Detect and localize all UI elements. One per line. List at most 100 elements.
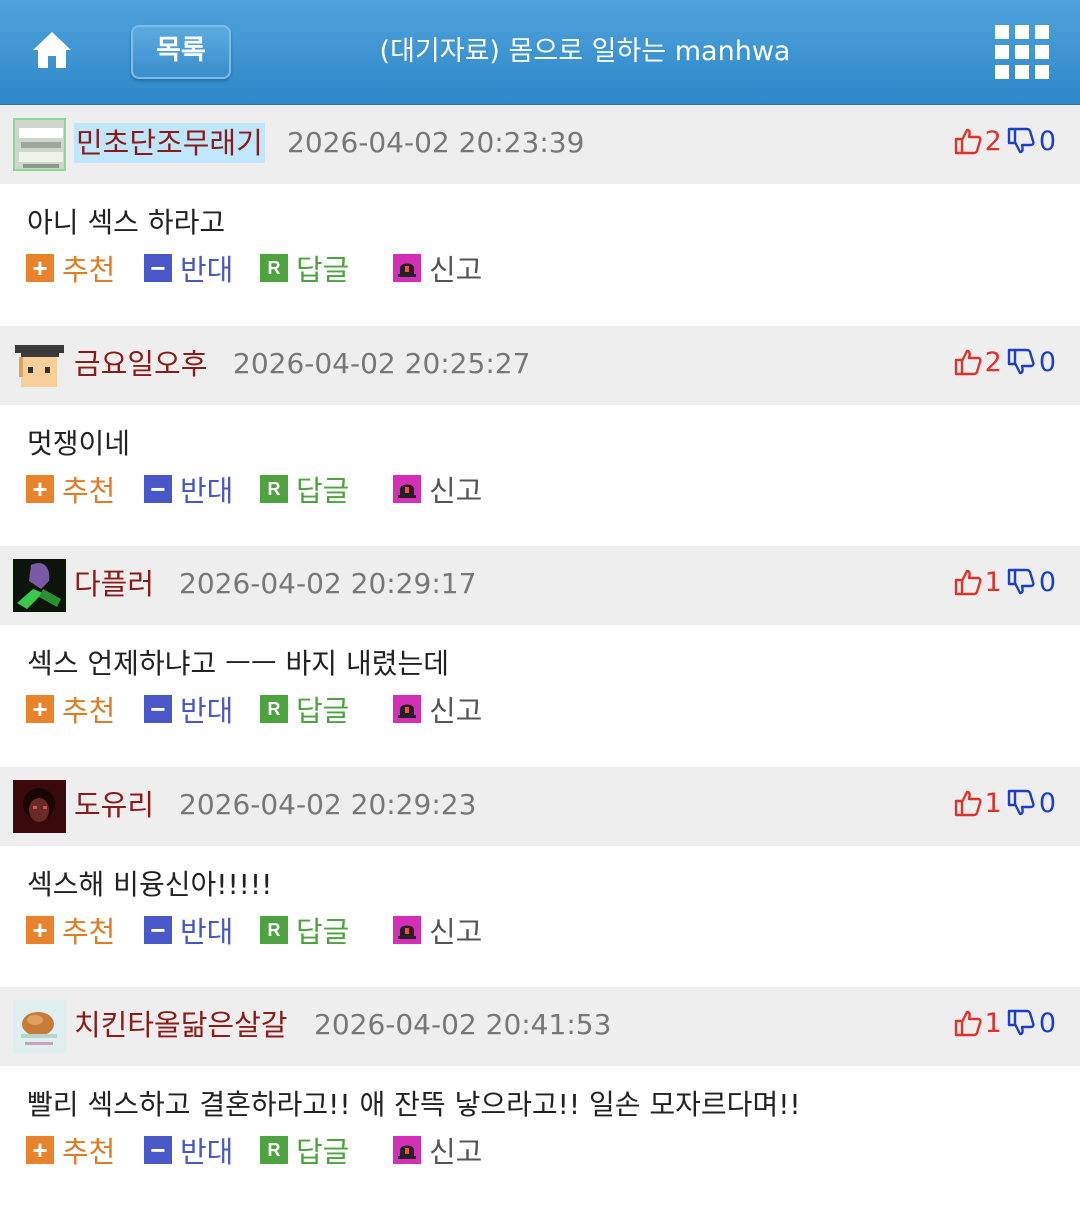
vote-counts: 1 0 [953,562,1056,602]
report-button[interactable]: 신고 [393,1130,482,1170]
minus-icon: − [144,915,172,945]
report-button[interactable]: 신고 [393,910,482,950]
recommend-label: 추천 [62,915,116,949]
grid-menu-icon[interactable] [995,25,1049,79]
reply-label: 답글 [296,915,350,949]
comment-date: 2026-04-02 20:29:23 [179,788,477,821]
thumbs-up-icon [954,1010,982,1037]
plus-icon: + [26,694,54,724]
thumbs-up-icon [954,569,982,596]
avatar[interactable] [13,780,66,833]
thumbs-down-icon [1007,348,1035,375]
home-icon[interactable] [30,28,74,72]
reply-button[interactable]: R 답글 [260,248,349,288]
plus-icon: + [26,915,54,945]
reply-icon: R [260,475,288,503]
recommend-label: 추천 [62,694,116,728]
oppose-label: 반대 [180,474,234,508]
reply-icon: R [260,1136,288,1164]
recommend-button[interactable]: + 추천 [26,910,115,950]
comment-header: 금요일오후 2026-04-02 20:25:27 2 0 [0,326,1080,405]
list-button[interactable]: 목록 [131,25,231,79]
comment-header: 치킨타올닮은살갈 2026-04-02 20:41:53 1 0 [0,987,1080,1066]
up-count: 1 [984,566,1002,598]
report-label: 신고 [429,474,483,508]
comment-actions: + 추천 − 반대 R 답글 신고 [0,910,1080,970]
comment-text: 섹스해 비융신아!!!!! [27,868,273,901]
vote-counts: 1 0 [953,783,1056,823]
recommend-button[interactable]: + 추천 [26,248,115,288]
reply-button[interactable]: R 답글 [260,910,349,950]
report-label: 신고 [429,253,483,287]
comment-nickname[interactable]: 도유리 [74,785,154,825]
siren-icon [393,254,421,282]
oppose-button[interactable]: − 반대 [144,1130,233,1170]
thumbs-up-icon [954,349,982,376]
oppose-button[interactable]: − 반대 [144,248,233,288]
comment-nickname[interactable]: 민초단조무래기 [74,123,265,163]
comment-nickname[interactable]: 치킨타올닮은살갈 [74,1005,287,1045]
avatar[interactable] [13,1000,66,1053]
comment-date: 2026-04-02 20:41:53 [314,1008,612,1041]
comment-nickname[interactable]: 금요일오후 [74,344,207,384]
reply-button[interactable]: R 답글 [260,1130,349,1170]
reply-label: 답글 [296,474,350,508]
reply-button[interactable]: R 답글 [260,469,349,509]
thumbs-down-icon [1007,1009,1035,1036]
down-count: 0 [1038,346,1056,378]
comment-item: 다플러 2026-04-02 20:29:17 1 0 섹스 언제하냐고 ㅡㅡ … [0,546,1080,767]
recommend-button[interactable]: + 추천 [26,1130,115,1170]
oppose-label: 반대 [180,253,234,287]
siren-icon [393,695,421,723]
comment-actions: + 추천 − 반대 R 답글 신고 [0,689,1080,749]
thumbs-down-icon [1007,568,1035,595]
top-bar: 목록 (대기자료) 몸으로 일하는 manhwa [0,0,1080,105]
down-count: 0 [1038,1007,1056,1039]
plus-icon: + [26,253,54,283]
oppose-button[interactable]: − 반대 [144,689,233,729]
report-button[interactable]: 신고 [393,469,482,509]
oppose-button[interactable]: − 반대 [144,469,233,509]
vote-counts: 2 0 [953,121,1056,161]
comment-actions: + 추천 − 반대 R 답글 신고 [0,248,1080,308]
comment-text: 섹스 언제하냐고 ㅡㅡ 바지 내렸는데 [27,647,450,680]
comment-header: 도유리 2026-04-02 20:29:23 1 0 [0,767,1080,846]
siren-icon [393,1136,421,1164]
comment-item: 치킨타올닮은살갈 2026-04-02 20:41:53 1 0 빨리 섹스하고… [0,987,1080,1208]
report-label: 신고 [429,694,483,728]
recommend-button[interactable]: + 추천 [26,689,115,729]
avatar[interactable] [13,559,66,612]
vote-counts: 2 0 [953,342,1056,382]
plus-icon: + [26,1135,54,1165]
page-title: (대기자료) 몸으로 일하는 manhwa [379,36,791,67]
comment-actions: + 추천 − 반대 R 답글 신고 [0,469,1080,529]
avatar[interactable] [13,118,66,171]
comment-date: 2026-04-02 20:23:39 [287,126,585,159]
thumbs-up-icon [954,128,982,155]
comment-header: 민초단조무래기 2026-04-02 20:23:39 2 0 [0,105,1080,184]
down-count: 0 [1038,125,1056,157]
up-count: 2 [984,346,1002,378]
reply-label: 답글 [296,694,350,728]
avatar[interactable] [13,339,66,392]
comment-nickname[interactable]: 다플러 [74,564,154,604]
recommend-button[interactable]: + 추천 [26,469,115,509]
report-button[interactable]: 신고 [393,248,482,288]
comment-item: 도유리 2026-04-02 20:29:23 1 0 섹스해 비융신아!!!!… [0,767,1080,988]
thumbs-down-icon [1007,789,1035,816]
minus-icon: − [144,253,172,283]
oppose-label: 반대 [180,1135,234,1169]
reply-button[interactable]: R 답글 [260,689,349,729]
oppose-button[interactable]: − 반대 [144,910,233,950]
comment-header: 다플러 2026-04-02 20:29:17 1 0 [0,546,1080,625]
comment-text: 아니 섹스 하라고 [27,206,226,239]
up-count: 2 [984,125,1002,157]
siren-icon [393,916,421,944]
recommend-label: 추천 [62,1135,116,1169]
siren-icon [393,475,421,503]
thumbs-up-icon [954,790,982,817]
minus-icon: − [144,694,172,724]
minus-icon: − [144,474,172,504]
up-count: 1 [984,1007,1002,1039]
report-button[interactable]: 신고 [393,689,482,729]
